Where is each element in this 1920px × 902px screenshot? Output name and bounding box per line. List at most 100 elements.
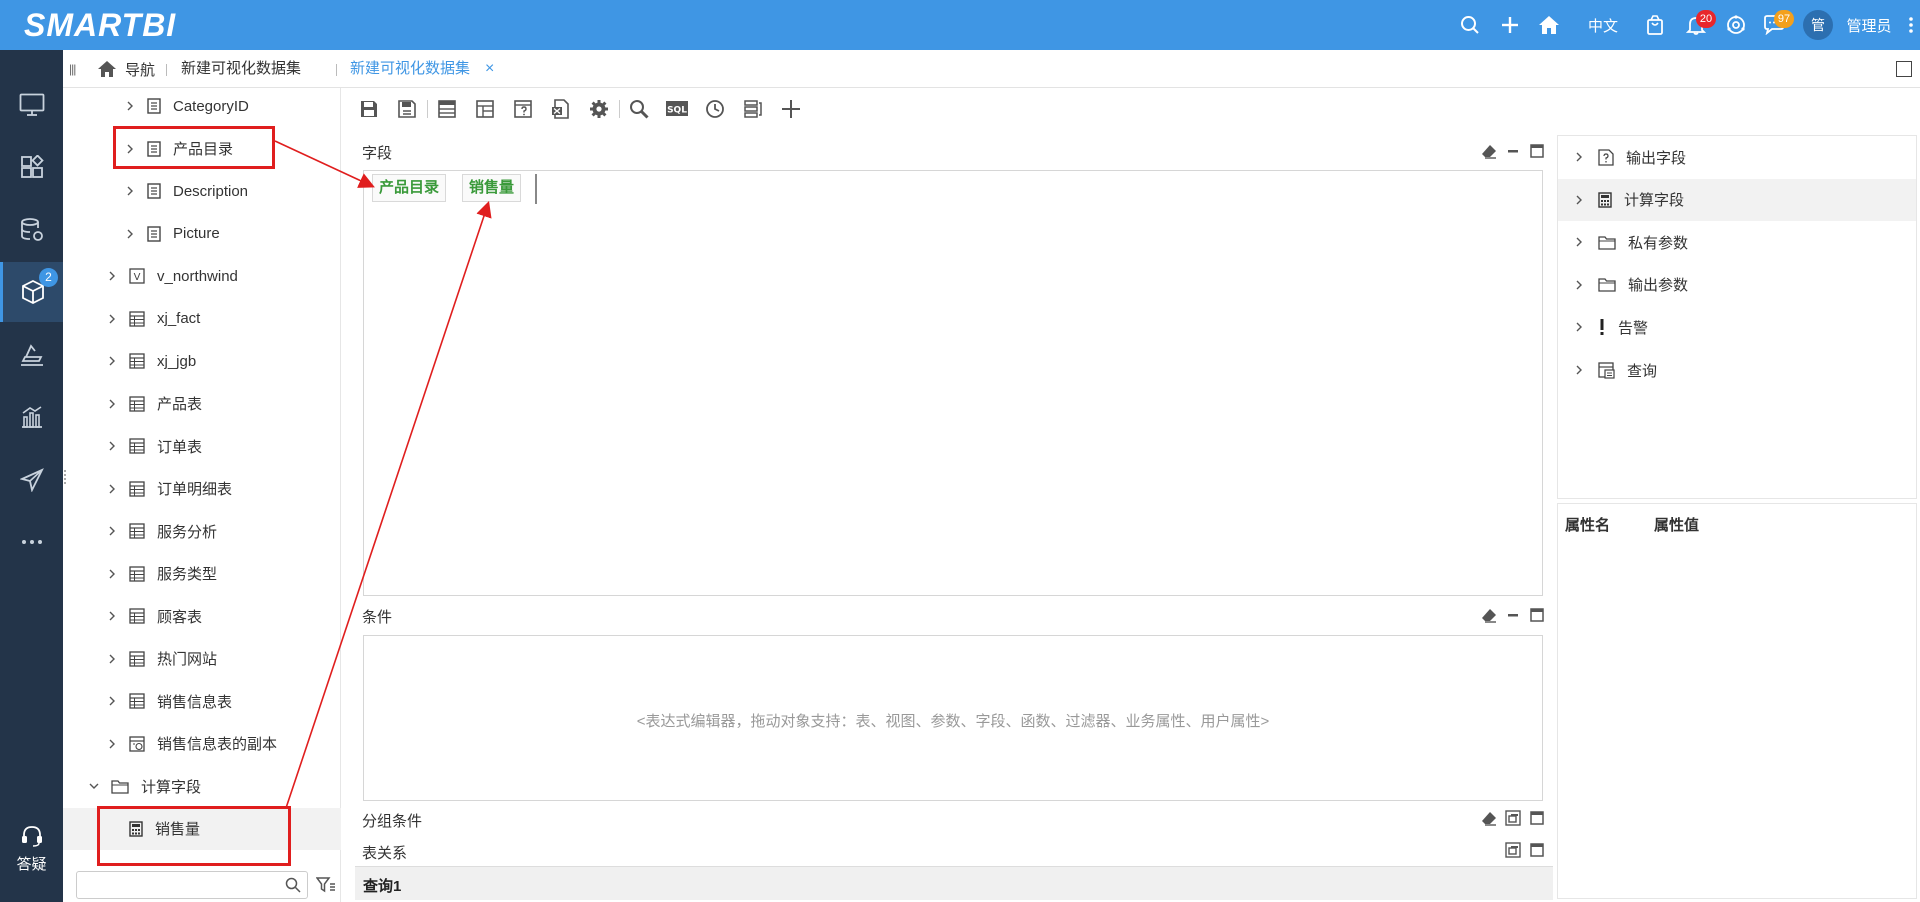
settings-icon[interactable] — [1718, 0, 1754, 50]
minimize-icon[interactable] — [1505, 607, 1521, 623]
tree-item[interactable]: CategoryID — [63, 85, 341, 127]
schedule-button[interactable] — [701, 94, 729, 124]
nav-dataset[interactable]: 2 — [0, 262, 63, 322]
tree-item[interactable]: 订单表 — [63, 425, 341, 467]
more-vertical-icon[interactable] — [1902, 0, 1920, 50]
nav-monitor[interactable] — [0, 75, 63, 135]
nav-dashboard[interactable] — [0, 137, 63, 197]
chevron-right-icon[interactable] — [105, 569, 119, 579]
table-view-button[interactable] — [433, 94, 461, 124]
app-logo[interactable]: SMARTBI — [24, 7, 176, 44]
language-switch[interactable]: 中文 — [1578, 0, 1628, 50]
eraser-icon[interactable] — [1481, 607, 1497, 623]
help-button[interactable]: 答疑 — [0, 825, 63, 874]
tree-item[interactable]: xj_fact — [63, 298, 341, 340]
chevron-right-icon[interactable] — [105, 271, 119, 281]
filter-icon[interactable] — [316, 876, 336, 894]
chevron-right-icon[interactable] — [1572, 195, 1586, 205]
chevron-right-icon[interactable] — [105, 696, 119, 706]
chevron-right-icon[interactable] — [1572, 365, 1586, 375]
add-button[interactable] — [777, 94, 805, 124]
chevron-down-icon[interactable] — [87, 782, 101, 790]
maximize-icon[interactable] — [1529, 143, 1545, 159]
chevron-right-icon[interactable] — [105, 399, 119, 409]
maximize-icon[interactable] — [1529, 607, 1545, 623]
chevron-right-icon[interactable] — [105, 441, 119, 451]
eraser-icon[interactable] — [1481, 810, 1497, 826]
chevron-right-icon[interactable] — [105, 356, 119, 366]
user-avatar[interactable]: 管 — [1798, 0, 1838, 50]
tree-item[interactable]: 顾客表 — [63, 595, 341, 637]
nav-analysis[interactable] — [0, 325, 63, 385]
tab-dataset-1[interactable]: 新建可视化数据集 — [181, 50, 301, 88]
minimize-icon[interactable] — [1505, 143, 1521, 159]
maximize-icon[interactable] — [1529, 810, 1545, 826]
tree-item[interactable]: Vv_northwind — [63, 255, 341, 297]
tree-item[interactable]: 服务分析 — [63, 510, 341, 552]
property-panel: 属性名 属性值 — [1557, 503, 1917, 899]
sql-button[interactable]: SQL — [663, 94, 691, 124]
export-excel-button[interactable] — [547, 94, 575, 124]
home-icon[interactable] — [1530, 0, 1568, 50]
tab-home[interactable]: 导航 — [97, 50, 155, 88]
resource-item[interactable]: 告警 — [1558, 306, 1916, 348]
structure-button[interactable] — [739, 94, 767, 124]
tree-item[interactable]: 产品表 — [63, 383, 341, 425]
chevron-right-icon[interactable] — [1572, 322, 1586, 332]
maximize-icon[interactable] — [1529, 842, 1545, 858]
tree-item[interactable]: 热门网站 — [63, 638, 341, 680]
field-chip[interactable]: 产品目录 — [372, 174, 447, 202]
chevron-right-icon[interactable] — [1572, 280, 1586, 290]
chevron-right-icon[interactable] — [105, 654, 119, 664]
save-button[interactable] — [355, 94, 383, 124]
tree-item[interactable]: Picture — [63, 213, 341, 255]
resource-item[interactable]: 计算字段 — [1558, 178, 1916, 221]
chevron-right-icon[interactable] — [105, 526, 119, 536]
resource-item[interactable]: 查询 — [1558, 349, 1916, 391]
tab-handle-icon[interactable]: ||| — [69, 62, 76, 76]
query-tab[interactable]: 查询1 — [363, 875, 401, 896]
fields-dropzone[interactable] — [363, 170, 1543, 596]
tree-item[interactable]: xj_jgb — [63, 340, 341, 382]
layout-button[interactable] — [471, 94, 499, 124]
chevron-right-icon[interactable] — [1572, 152, 1586, 162]
tree-item[interactable]: 销售信息表 — [63, 680, 341, 722]
restore-icon[interactable] — [1505, 810, 1521, 826]
nav-more[interactable] — [0, 512, 63, 572]
preview-button[interactable] — [625, 94, 653, 124]
tree-item[interactable]: 销售信息表的副本 — [63, 723, 341, 765]
tab-dataset-2[interactable]: 新建可视化数据集 — [350, 50, 470, 88]
bag-icon[interactable] — [1638, 0, 1672, 50]
resource-item[interactable]: 输出参数 — [1558, 264, 1916, 306]
save-as-button[interactable] — [393, 94, 421, 124]
nav-datasource[interactable] — [0, 200, 63, 260]
resource-item[interactable]: 输出字段 — [1558, 136, 1916, 178]
tree-search-input[interactable] — [77, 872, 277, 898]
search-icon[interactable] — [1450, 0, 1490, 50]
chevron-right-icon[interactable] — [123, 101, 137, 111]
tab-close-icon[interactable]: × — [485, 50, 494, 88]
user-name[interactable]: 管理员 — [1838, 0, 1900, 50]
field-chip[interactable]: 销售量 — [462, 174, 522, 202]
settings-button[interactable] — [585, 94, 613, 124]
restore-icon[interactable] — [1505, 842, 1521, 858]
panel-splitter[interactable] — [64, 470, 66, 484]
add-icon[interactable] — [1492, 0, 1528, 50]
chevron-right-icon[interactable] — [105, 739, 119, 749]
nav-publish[interactable] — [0, 450, 63, 510]
tree-item[interactable]: 计算字段 — [63, 765, 341, 807]
tree-item[interactable]: 服务类型 — [63, 553, 341, 595]
resource-item[interactable]: 私有参数 — [1558, 221, 1916, 263]
tree-item[interactable]: 订单明细表 — [63, 468, 341, 510]
eraser-icon[interactable] — [1481, 143, 1497, 159]
chevron-right-icon[interactable] — [105, 484, 119, 494]
maximize-icon[interactable] — [1896, 61, 1912, 77]
chevron-right-icon[interactable] — [123, 186, 137, 196]
nav-chart[interactable] — [0, 387, 63, 447]
chevron-right-icon[interactable] — [105, 611, 119, 621]
tree-item[interactable]: Description — [63, 170, 341, 212]
chevron-right-icon[interactable] — [1572, 237, 1586, 247]
chevron-right-icon[interactable] — [123, 229, 137, 239]
param-button[interactable] — [509, 94, 537, 124]
chevron-right-icon[interactable] — [105, 314, 119, 324]
